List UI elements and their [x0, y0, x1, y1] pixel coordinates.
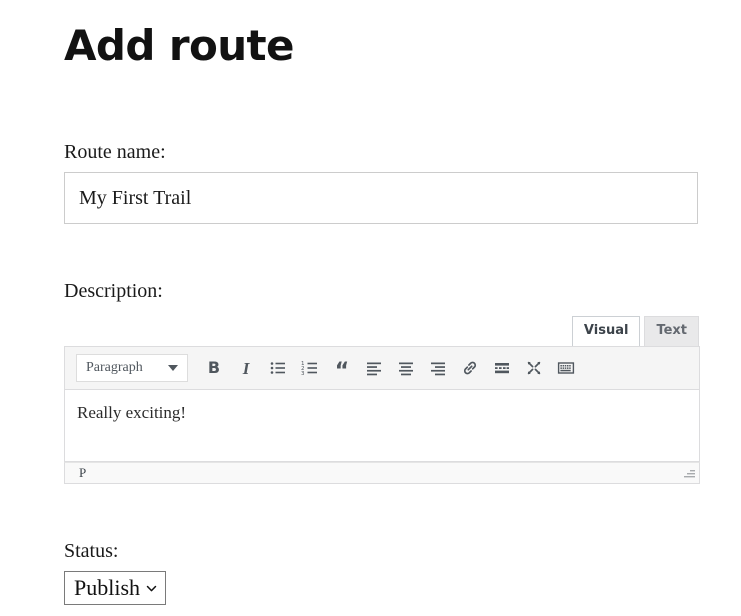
bold-icon: B [207, 358, 221, 377]
fullscreen-icon [527, 361, 541, 375]
link-button[interactable] [455, 353, 485, 383]
numbered-list-button[interactable]: 1 2 3 [295, 353, 325, 383]
align-center-icon [399, 362, 413, 376]
page-title: Add route [64, 21, 294, 70]
description-label: Description: [64, 280, 163, 302]
editor-toolbar: Paragraph B I 1 2 3 “ [64, 346, 700, 390]
read-more-icon [495, 363, 509, 374]
align-left-icon [367, 362, 381, 376]
blockquote-button[interactable]: “ [327, 353, 357, 383]
align-left-button[interactable] [359, 353, 389, 383]
numbered-list-icon: 1 2 3 [301, 361, 317, 377]
tab-visual[interactable]: Visual [571, 316, 641, 346]
toolbar-toggle-icon [557, 362, 575, 374]
editor-statusbar: P [64, 462, 700, 484]
link-icon [463, 361, 477, 375]
editor-tab-bar: Visual Text [64, 316, 700, 346]
bold-button[interactable]: B [199, 353, 229, 383]
svg-text:3: 3 [301, 371, 305, 377]
chevron-down-icon [145, 582, 158, 595]
route-name-label: Route name: [64, 141, 166, 163]
toolbar-toggle-button[interactable] [551, 353, 581, 383]
route-name-input[interactable] [64, 172, 698, 224]
description-editor: Visual Text Paragraph B I 1 2 3 “ Really… [64, 316, 700, 484]
italic-button[interactable]: I [231, 353, 261, 383]
italic-icon: I [242, 358, 250, 378]
editor-paragraph: Really exciting! [77, 403, 187, 422]
chevron-down-icon [168, 365, 178, 371]
element-path: P [79, 465, 87, 480]
bulleted-list-icon [270, 362, 285, 374]
format-select-value: Paragraph [86, 360, 143, 375]
editor-resize-handle[interactable] [682, 467, 696, 481]
status-select[interactable]: Publish [64, 571, 167, 605]
read-more-button[interactable] [487, 353, 517, 383]
tab-text[interactable]: Text [644, 316, 699, 346]
bulleted-list-button[interactable] [263, 353, 293, 383]
format-select[interactable]: Paragraph [76, 354, 188, 382]
align-right-button[interactable] [423, 353, 453, 383]
blockquote-icon: “ [334, 359, 350, 385]
add-route-page: Add route Route name: Description: Visua… [0, 0, 741, 616]
align-center-button[interactable] [391, 353, 421, 383]
fullscreen-button[interactable] [519, 353, 549, 383]
status-select-value: Publish [74, 575, 141, 600]
status-label: Status: [64, 540, 119, 562]
align-right-icon [431, 362, 445, 376]
editor-content-area[interactable]: Really exciting! [64, 390, 700, 462]
